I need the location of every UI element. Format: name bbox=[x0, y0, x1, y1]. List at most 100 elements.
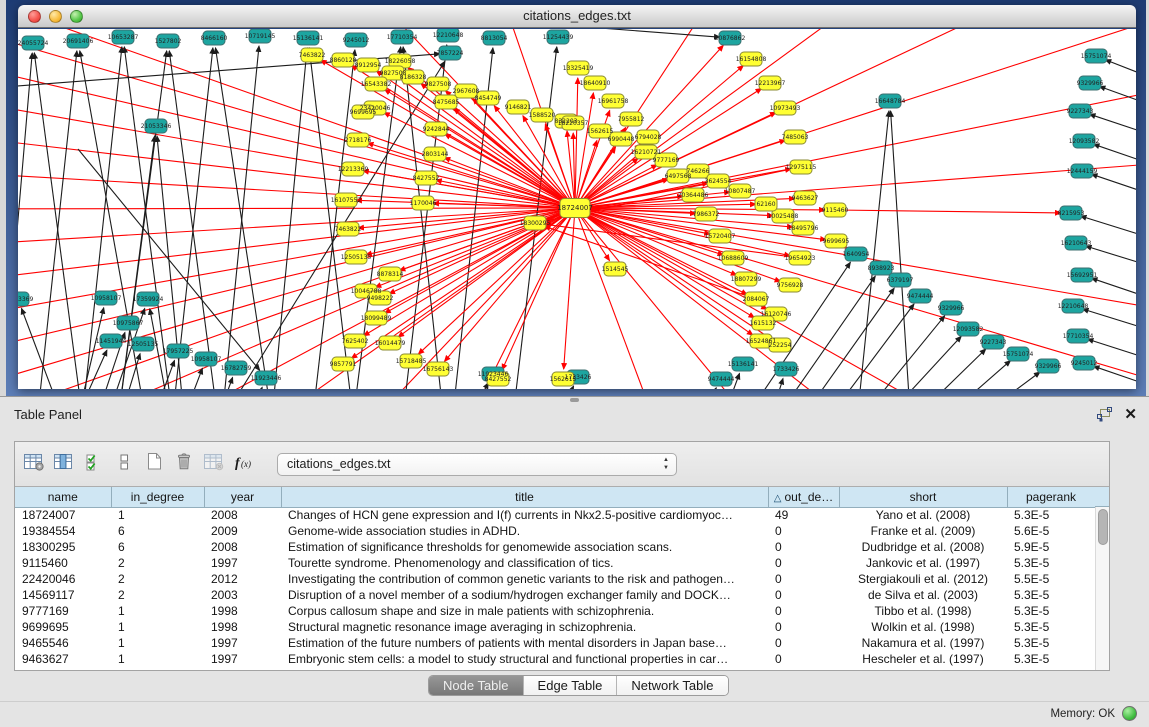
tab-edge-table[interactable]: Edge Table bbox=[523, 676, 617, 695]
column-header-out_de[interactable]: △out_de… bbox=[768, 487, 839, 507]
graph-node-label: 6990448 bbox=[608, 136, 635, 143]
graph-node-label: 9857791 bbox=[330, 361, 357, 368]
graph-node-label: 8938923 bbox=[868, 265, 895, 272]
graph-node-label: 17359924 bbox=[133, 296, 164, 303]
graph-node-label: 9115460 bbox=[822, 207, 849, 214]
graph-node-label: 10688609 bbox=[718, 255, 749, 262]
graph-node-label: 9329966 bbox=[938, 305, 965, 312]
scrollbar-thumb[interactable] bbox=[1098, 509, 1108, 545]
graph-edge bbox=[575, 29, 718, 208]
graph-node-label: 1640954 bbox=[843, 251, 870, 258]
graph-node-label: 15720407 bbox=[705, 233, 736, 240]
close-panel-icon[interactable]: ✕ bbox=[1124, 405, 1137, 423]
network-window-titlebar[interactable]: citations_edges.txt bbox=[18, 5, 1136, 28]
graph-node-label: 16210643 bbox=[1061, 240, 1092, 247]
graph-node-label: 16756143 bbox=[423, 366, 454, 373]
graph-node-label: 7625402 bbox=[342, 338, 369, 345]
table-mode-button[interactable] bbox=[19, 449, 49, 479]
tab-network-table[interactable]: Network Table bbox=[616, 676, 727, 695]
graph-node-label: 18640910 bbox=[580, 80, 611, 87]
tab-node-table[interactable]: Node Table bbox=[429, 676, 523, 695]
table-row[interactable]: 946362711997Embryonic stem cells: a mode… bbox=[15, 651, 1095, 667]
graph-node-label: 16648784 bbox=[875, 98, 906, 105]
network-canvas[interactable]: 2405572420691406106532871527802846616010… bbox=[18, 29, 1136, 389]
scrollbar-corner bbox=[1095, 487, 1109, 507]
table-row[interactable]: 946554611997Estimation of the future num… bbox=[15, 635, 1095, 651]
graph-node-label: 20364486 bbox=[678, 192, 709, 199]
table-row[interactable]: 977716911998Corpus callosum shape and si… bbox=[15, 603, 1095, 619]
graph-node-label: 16543382 bbox=[361, 81, 392, 88]
table-row[interactable]: 911546021997Tourette syndrome. Phenomeno… bbox=[15, 555, 1095, 571]
table-row[interactable]: 1830029562008Estimation of significance … bbox=[15, 539, 1095, 555]
graph-node-label: 9699695 bbox=[823, 238, 850, 245]
column-header-title[interactable]: title bbox=[281, 487, 768, 507]
graph-edge bbox=[835, 210, 1061, 213]
graph-node-label: 1514545 bbox=[602, 266, 629, 273]
table-rows-button[interactable] bbox=[109, 449, 139, 479]
graph-node-label: 6379197 bbox=[887, 277, 914, 284]
table-source-value: citations_edges.txt bbox=[287, 457, 391, 471]
graph-node-label: 9777169 bbox=[653, 157, 680, 164]
graph-node-label: 24055724 bbox=[18, 40, 48, 47]
table-row[interactable]: 1872400712008Changes of HCN gene express… bbox=[15, 507, 1095, 523]
graph-node-label: 9146821 bbox=[505, 104, 532, 111]
table-row[interactable]: 1456911722003Disruption of a novel membe… bbox=[15, 587, 1095, 603]
graph-node-label: 3624554 bbox=[705, 178, 732, 185]
graph-node-label: 11254439 bbox=[543, 34, 574, 41]
graph-edge bbox=[678, 388, 716, 389]
graph-node-label: 16107552 bbox=[331, 197, 362, 204]
table-row[interactable]: 1938455462009Genome-wide association stu… bbox=[15, 523, 1095, 539]
graph-node-label: 12505135 bbox=[128, 341, 159, 348]
table-source-select[interactable]: citations_edges.txt ▲▼ bbox=[277, 453, 677, 476]
column-header-in_degree[interactable]: in_degree bbox=[111, 487, 204, 507]
graph-node-label: 16154808 bbox=[736, 56, 767, 63]
table-panel-title: Table Panel bbox=[14, 397, 82, 433]
network-desktop: citations_edges.txt 24055724206914061065… bbox=[0, 0, 1149, 396]
graph-node-label: 1733426 bbox=[773, 366, 800, 373]
graph-node-label: 8813054 bbox=[481, 35, 508, 42]
trash-icon bbox=[174, 451, 194, 477]
graph-node-label: 18807299 bbox=[731, 276, 762, 283]
graph-node-label: 18220357 bbox=[558, 120, 589, 127]
graph-node-label: 1615132 bbox=[750, 320, 777, 327]
graph-node-label: 8427552 bbox=[413, 175, 440, 182]
graph-node-label: 12213369 bbox=[18, 296, 33, 303]
graph-node-label: 8454749 bbox=[475, 95, 502, 102]
column-header-year[interactable]: year bbox=[204, 487, 281, 507]
graph-node-label: 9329966 bbox=[1035, 363, 1062, 370]
zoom-window-button[interactable] bbox=[70, 10, 83, 23]
table-row[interactable]: 969969511998Structural magnetic resonanc… bbox=[15, 619, 1095, 635]
graph-node-label: 9463627 bbox=[792, 195, 819, 202]
float-panel-icon[interactable] bbox=[1096, 407, 1113, 422]
row-selection-button[interactable] bbox=[79, 449, 109, 479]
vertical-scrollbar[interactable] bbox=[1095, 507, 1109, 670]
function-builder-button[interactable]: f (x) bbox=[229, 449, 259, 479]
graph-node-label: 7485063 bbox=[782, 134, 809, 141]
select-stepper-icon: ▲▼ bbox=[663, 456, 669, 472]
table-row[interactable]: 2242004622012Investigating the contribut… bbox=[15, 571, 1095, 587]
column-visibility-button[interactable] bbox=[49, 449, 79, 479]
graph-node-label: 12444159 bbox=[1067, 168, 1098, 175]
graph-node-label: 10958107 bbox=[191, 356, 222, 363]
graph-node-label: 18226058 bbox=[385, 58, 416, 65]
graph-node-label: 9245012 bbox=[343, 37, 370, 44]
column-header-short[interactable]: short bbox=[839, 487, 1007, 507]
graph-node-label: 12093582 bbox=[1069, 138, 1100, 145]
memory-status-label: Memory: OK bbox=[1050, 707, 1115, 722]
new-column-button[interactable] bbox=[139, 449, 169, 479]
graph-node-label: 1588520 bbox=[529, 112, 556, 119]
column-header-name[interactable]: name bbox=[15, 487, 111, 507]
delete-columns-button[interactable] bbox=[169, 449, 199, 479]
graph-node-label: 15751074 bbox=[1081, 53, 1112, 60]
graph-edge bbox=[138, 360, 175, 389]
close-window-button[interactable] bbox=[28, 10, 41, 23]
column-header-pagerank[interactable]: pagerank bbox=[1007, 487, 1095, 507]
graph-node-label: 10719145 bbox=[245, 33, 276, 40]
graph-edge bbox=[1099, 86, 1136, 129]
graph-node-label: 10653287 bbox=[108, 34, 139, 41]
graph-node-label: 9227343 bbox=[980, 339, 1007, 346]
minimize-window-button[interactable] bbox=[49, 10, 62, 23]
graph-node-label: 1170046 bbox=[410, 200, 437, 207]
graph-node-label: 16120746 bbox=[761, 311, 792, 318]
graph-node-label: 7463822 bbox=[299, 52, 326, 59]
